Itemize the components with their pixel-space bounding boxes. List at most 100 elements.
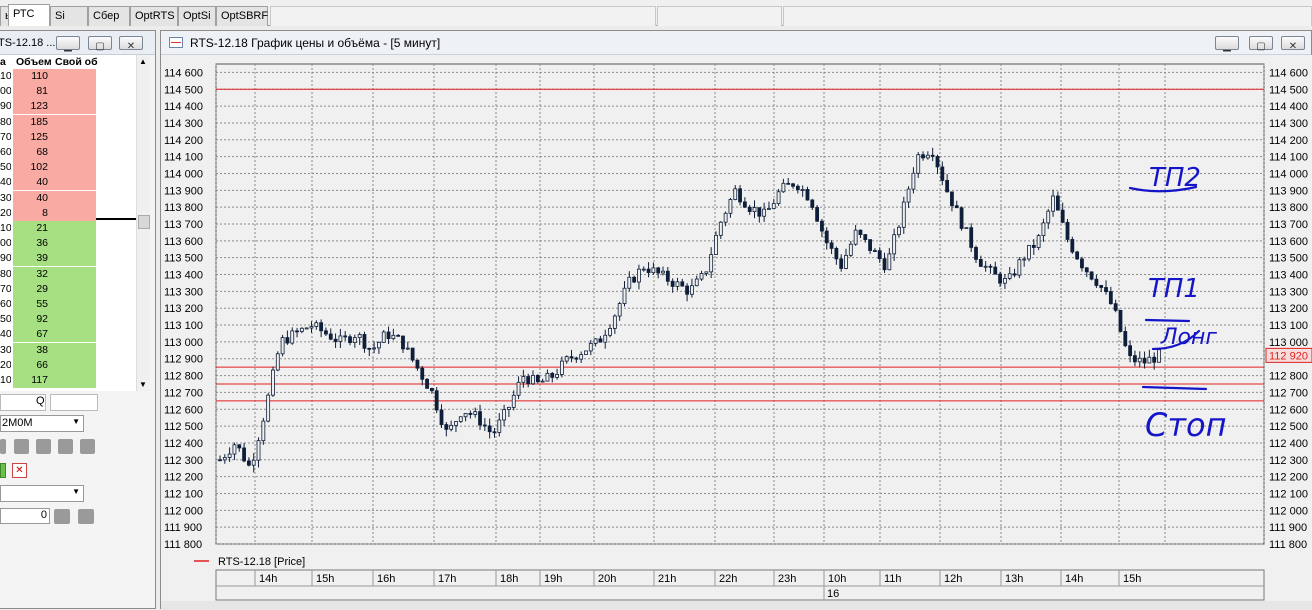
tab-2[interactable]: Si bbox=[50, 6, 88, 26]
maximize-button[interactable]: ▢ bbox=[88, 36, 112, 52]
own-volume-cell[interactable] bbox=[54, 251, 96, 267]
volume-cell[interactable]: 123 bbox=[13, 99, 50, 115]
qty-apply-button[interactable] bbox=[54, 509, 70, 524]
price-cell[interactable]: 20 bbox=[0, 205, 11, 221]
volume-cell[interactable]: 21 bbox=[13, 221, 50, 236]
cancel-orders-button[interactable]: ✕ bbox=[12, 463, 27, 478]
volume-cell[interactable]: 125 bbox=[13, 129, 50, 145]
volume-cell[interactable]: 68 bbox=[13, 145, 50, 160]
price-cell[interactable]: 30 bbox=[0, 342, 11, 358]
bid-row[interactable]: 40 67 bbox=[0, 327, 136, 343]
volume-column-header[interactable]: Объем bbox=[16, 55, 52, 69]
buy-button[interactable] bbox=[0, 463, 6, 478]
volume-cell[interactable]: 8 bbox=[13, 205, 50, 221]
own-volume-cell[interactable] bbox=[54, 84, 96, 100]
price-cell[interactable]: 10 bbox=[0, 221, 11, 236]
bid-row[interactable]: 20 66 bbox=[0, 357, 136, 373]
price-cell[interactable]: 90 bbox=[0, 99, 11, 115]
volume-cell[interactable]: 38 bbox=[13, 342, 50, 358]
bid-row[interactable]: 60 55 bbox=[0, 297, 136, 312]
ask-row[interactable]: 10 110 bbox=[0, 69, 136, 84]
price-field[interactable] bbox=[50, 394, 98, 411]
tool-button[interactable] bbox=[58, 439, 73, 454]
own-volume-cell[interactable] bbox=[54, 160, 96, 176]
price-cell[interactable]: 00 bbox=[0, 84, 11, 100]
price-chart[interactable]: 114 600 114 600 114 500 114 500 114 400 114 4… bbox=[161, 31, 1312, 610]
own-volume-cell[interactable] bbox=[54, 99, 96, 115]
price-cell[interactable]: 60 bbox=[0, 145, 11, 160]
price-cell[interactable]: 50 bbox=[0, 312, 11, 328]
bid-row[interactable]: 90 39 bbox=[0, 251, 136, 267]
tab-5[interactable]: OptSi bbox=[178, 6, 216, 26]
price-cell[interactable]: 50 bbox=[0, 160, 11, 176]
own-volume-cell[interactable] bbox=[54, 312, 96, 328]
bid-row[interactable]: 30 38 bbox=[0, 342, 136, 358]
order-book-scrollbar[interactable]: ▲ ▼ bbox=[136, 55, 150, 391]
volume-cell[interactable]: 32 bbox=[13, 266, 50, 282]
own-volume-cell[interactable] bbox=[54, 190, 96, 206]
price-cell[interactable]: 80 bbox=[0, 114, 11, 130]
price-cell[interactable]: 10 bbox=[0, 69, 11, 84]
bid-row[interactable]: 10 21 bbox=[0, 221, 136, 236]
tab-3[interactable]: Сбер bbox=[88, 6, 130, 26]
scroll-thumb[interactable] bbox=[138, 215, 150, 229]
volume-cell[interactable]: 29 bbox=[13, 281, 50, 297]
tab-1[interactable]: РТС bbox=[8, 4, 50, 26]
price-cell[interactable]: 10 bbox=[0, 373, 11, 388]
ask-row[interactable]: 90 123 bbox=[0, 99, 136, 115]
own-volume-cell[interactable] bbox=[54, 266, 96, 282]
qty-clear-button[interactable] bbox=[78, 509, 94, 524]
volume-cell[interactable]: 55 bbox=[13, 297, 50, 312]
own-volume-cell[interactable] bbox=[54, 236, 96, 252]
price-cell[interactable]: 40 bbox=[0, 175, 11, 191]
volume-cell[interactable]: 40 bbox=[13, 175, 50, 191]
volume-cell[interactable]: 102 bbox=[13, 160, 50, 176]
bid-row[interactable]: 70 29 bbox=[0, 281, 136, 297]
price-column-header[interactable]: а bbox=[0, 55, 6, 69]
price-cell[interactable]: 70 bbox=[0, 281, 11, 297]
bid-row[interactable]: 80 32 bbox=[0, 266, 136, 282]
minimize-button[interactable]: ▁ bbox=[56, 36, 80, 52]
qty-field[interactable]: 0 bbox=[0, 508, 50, 524]
own-volume-cell[interactable] bbox=[54, 114, 96, 130]
own-volume-cell[interactable] bbox=[54, 357, 96, 373]
price-cell[interactable]: 90 bbox=[0, 251, 11, 267]
ask-row[interactable]: 60 68 bbox=[0, 145, 136, 160]
scroll-up-icon[interactable]: ▲ bbox=[139, 57, 147, 66]
own-volume-cell[interactable] bbox=[54, 297, 96, 312]
close-button[interactable]: ✕ bbox=[119, 36, 143, 52]
tab-4[interactable]: OptRTS bbox=[130, 6, 178, 26]
tab-6[interactable]: OptSBRF bbox=[216, 6, 268, 26]
account-select[interactable]: 2M0M ▼ bbox=[0, 415, 84, 432]
price-cell[interactable]: 40 bbox=[0, 327, 11, 343]
volume-cell[interactable]: 66 bbox=[13, 357, 50, 373]
ask-row[interactable]: 70 125 bbox=[0, 129, 136, 145]
own-volume-cell[interactable] bbox=[54, 129, 96, 145]
volume-cell[interactable]: 36 bbox=[13, 236, 50, 252]
own-volume-cell[interactable] bbox=[54, 221, 96, 236]
order-book-table[interactable]: а Объем Свой об 10 110 00 81 90 123 80 185 70 125… bbox=[0, 55, 136, 391]
volume-cell[interactable]: 39 bbox=[13, 251, 50, 267]
own-volume-cell[interactable] bbox=[54, 145, 96, 160]
tool-button[interactable] bbox=[36, 439, 51, 454]
ask-row[interactable]: 00 81 bbox=[0, 84, 136, 100]
own-volume-cell[interactable] bbox=[54, 281, 96, 297]
volume-cell[interactable]: 92 bbox=[13, 312, 50, 328]
ask-row[interactable]: 40 40 bbox=[0, 175, 136, 191]
volume-cell[interactable]: 67 bbox=[13, 327, 50, 343]
price-cell[interactable]: 60 bbox=[0, 297, 11, 312]
ask-row[interactable]: 30 40 bbox=[0, 190, 136, 206]
volume-cell[interactable]: 81 bbox=[13, 84, 50, 100]
tool-button[interactable] bbox=[0, 439, 6, 454]
own-volume-cell[interactable] bbox=[54, 205, 96, 221]
volume-cell[interactable]: 117 bbox=[13, 373, 50, 388]
own-volume-cell[interactable] bbox=[54, 69, 96, 84]
price-cell[interactable]: 70 bbox=[0, 129, 11, 145]
price-cell[interactable]: 30 bbox=[0, 190, 11, 206]
bid-row[interactable]: 50 92 bbox=[0, 312, 136, 328]
price-cell[interactable]: 20 bbox=[0, 357, 11, 373]
own-volume-column-header[interactable]: Свой об bbox=[55, 55, 98, 69]
own-volume-cell[interactable] bbox=[54, 327, 96, 343]
own-volume-cell[interactable] bbox=[54, 175, 96, 191]
order-type-select[interactable]: ▼ bbox=[0, 485, 84, 502]
